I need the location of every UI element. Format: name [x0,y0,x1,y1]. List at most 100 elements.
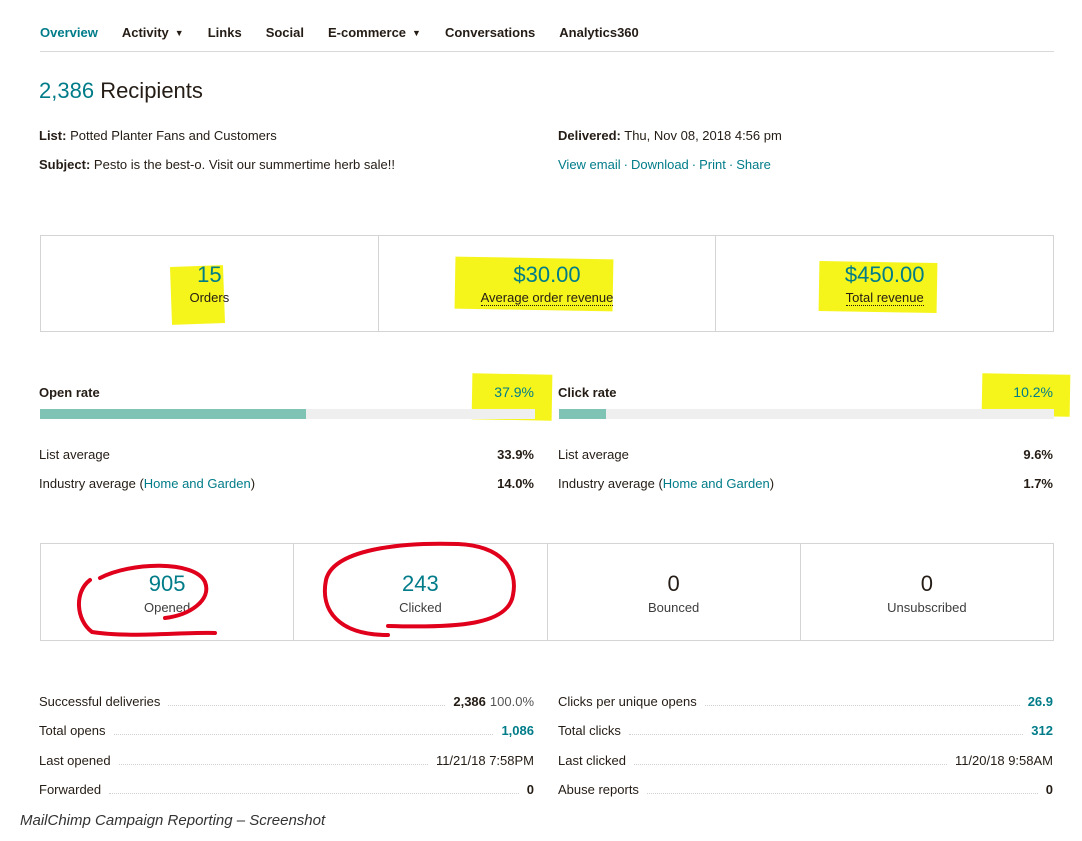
orders-label: Orders [189,290,230,305]
unsubscribed-label: Unsubscribed [887,600,967,615]
detail-label: Abuse reports [558,781,639,797]
total-revenue-stat: $450.00 Total revenue [716,236,1053,331]
separator: · [691,157,697,172]
click-rate-value: 10.2% [1013,384,1053,400]
chevron-down-icon: ▼ [412,27,421,38]
tab-social[interactable]: Social [266,18,304,40]
list-average-label: List average [39,447,110,462]
recipients-count: 2,386 [39,78,95,103]
click-rate-bar [559,409,1054,419]
detail-value[interactable]: 1,086 [493,723,534,738]
tab-label: E-commerce [327,25,407,40]
click-list-average-row: List average 9.6% [558,447,1053,462]
industry-prefix: Industry average ( [39,476,144,491]
tab-conversations[interactable]: Conversations [445,18,535,40]
industry-average-value: 14.0% [497,476,534,491]
opened-stat[interactable]: 905 Opened [41,544,295,640]
tab-label: Conversations [444,25,536,40]
view-email-link[interactable]: View email [558,157,621,172]
detail-value: 11/20/18 9:58AM [954,752,1053,768]
industry-average-value: 1.7% [1023,476,1053,491]
tab-label: Overview [40,25,98,40]
open-rate-bar [40,409,535,419]
tab-label: Activity [121,25,169,40]
leader-dots [704,704,1020,706]
tab-analytics360[interactable]: Analytics360 [559,18,639,40]
detail-row: Forwarded 0 [39,779,534,799]
average-order-revenue-value: $30.00 [513,262,581,287]
download-link[interactable]: Download [631,157,689,172]
leader-dots [118,763,428,765]
leader-dots [646,792,1038,794]
tab-label: Analytics360 [559,25,639,40]
unsubscribed-stat[interactable]: 0 Unsubscribed [801,544,1053,640]
open-rate-fill [40,409,307,419]
revenue-stats: 15 Orders $30.00 Average order revenue $… [40,235,1054,332]
delivered-info: Delivered: Thu, Nov 08, 2018 4:56 pm [558,128,782,143]
detail-label: Last clicked [558,752,626,768]
tab-overview[interactable]: Overview [40,18,98,40]
opened-value: 905 [148,571,186,596]
industry-average-label: Industry average (Home and Garden) [558,476,774,491]
open-rate-value: 37.9% [494,384,534,400]
clicked-value: 243 [402,571,439,596]
industry-link[interactable]: Home and Garden [663,476,770,491]
detail-label: Total opens [39,722,106,738]
print-link[interactable]: Print [699,157,726,172]
detail-value: 0 [1045,781,1053,797]
list-average-value: 9.6% [1023,447,1053,462]
click-industry-average-row: Industry average (Home and Garden) 1.7% [558,476,1053,491]
orders-stat: 15 Orders [41,236,379,331]
open-list-average-row: List average 33.9% [39,447,534,462]
detail-row: Clicks per unique opens 26.9 [558,691,1053,711]
industry-average-label: Industry average (Home and Garden) [39,476,255,491]
bounced-value: 0 [667,571,680,596]
total-revenue-label[interactable]: Total revenue [716,290,1053,306]
detail-row: Successful deliveries 2,386 100.0% [39,691,534,711]
leader-dots [168,704,446,706]
list-value: Potted Planter Fans and Customers [70,128,277,143]
tab-label: Social [265,25,304,40]
bounced-stat[interactable]: 0 Bounced [548,544,801,640]
subject-value: Pesto is the best-o. Visit our summertim… [93,157,395,172]
clicked-stat[interactable]: 243 Clicked [294,544,548,640]
leader-dots [109,792,519,794]
detail-value[interactable]: 312 [1023,723,1053,738]
industry-link[interactable]: Home and Garden [144,476,251,491]
open-rate-label: Open rate [39,385,100,400]
unsubscribed-value: 0 [920,571,933,596]
orders-value: 15 [197,262,222,287]
detail-value: 0 [526,781,534,797]
list-average-value: 33.9% [497,447,534,462]
list-info: List: Potted Planter Fans and Customers [39,128,277,143]
average-order-revenue-label[interactable]: Average order revenue [379,290,716,306]
separator: · [728,157,734,172]
delivered-label: Delivered: [558,128,621,143]
average-order-revenue-text: Average order revenue [480,290,614,306]
bounced-label: Bounced [647,600,700,615]
detail-value[interactable]: 26.9 [1020,694,1053,709]
average-order-revenue-stat: $30.00 Average order revenue [379,236,717,331]
detail-label: Clicks per unique opens [558,693,697,709]
detail-label: Last opened [39,752,111,768]
tab-ecommerce[interactable]: E-commerce ▼ [328,18,421,40]
chevron-down-icon: ▼ [174,27,184,38]
subject-info: Subject: Pesto is the best-o. Visit our … [39,157,395,172]
detail-label: Successful deliveries [39,693,161,709]
tab-activity[interactable]: Activity ▼ [122,18,184,40]
detail-label: Total clicks [558,722,621,738]
click-rate-label: Click rate [558,385,617,400]
detail-value: 11/21/18 7:58PM [435,752,534,768]
list-label: List: [39,128,67,143]
total-revenue-value: $450.00 [844,262,925,287]
detail-row: Last opened 11/21/18 7:58PM [39,750,534,770]
detail-row: Abuse reports 0 [558,779,1053,799]
email-actions: View email · Download · Print · Share [558,157,771,172]
opened-label: Opened [143,600,191,615]
detail-value: 2,386 100.0% [445,694,534,709]
click-rate-fill [559,409,607,419]
tab-links[interactable]: Links [208,18,242,40]
delivered-value: Thu, Nov 08, 2018 4:56 pm [624,128,782,143]
leader-dots [633,763,947,765]
share-link[interactable]: Share [736,157,771,172]
